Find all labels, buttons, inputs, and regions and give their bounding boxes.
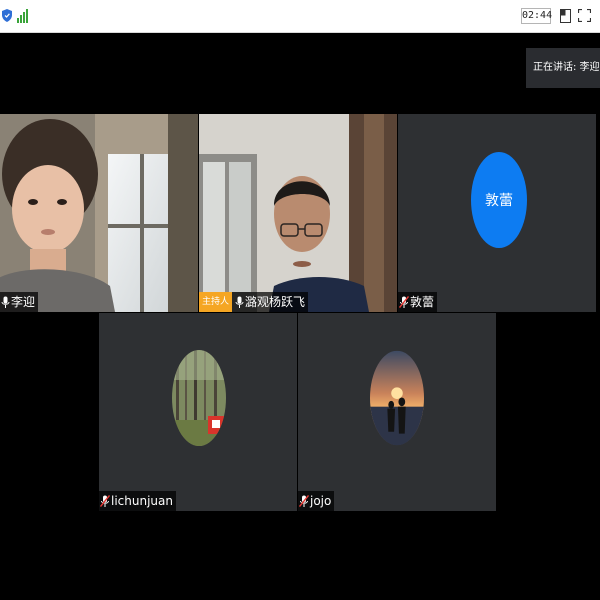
mic-muted-icon <box>100 494 110 507</box>
participant-name: lichunjuan <box>111 494 173 508</box>
name-avatar: 敦蕾 <box>471 152 527 248</box>
mic-on-icon <box>235 296 244 308</box>
mic-muted-icon <box>399 295 409 308</box>
shield-icon <box>2 9 12 22</box>
top-toolbar: 02:44 <box>0 0 600 33</box>
participant-name: 李迎 <box>11 295 36 309</box>
participant-video <box>0 114 198 312</box>
signal-icon <box>17 9 28 23</box>
video-tile-lichunjuan[interactable]: lichunjuan <box>99 313 297 511</box>
participant-name-label: 敦蕾 <box>398 292 438 312</box>
participant-name: 潞观杨跃飞 <box>245 295 306 309</box>
video-tile-jojo[interactable]: jojo <box>298 313 496 511</box>
participant-name-label: 主持人 潞观杨跃飞 <box>199 292 309 312</box>
mic-on-icon <box>1 296 10 308</box>
participant-name-label: lichunjuan <box>99 491 176 511</box>
video-tile-dunlei[interactable]: 敦蕾 敦蕾 <box>398 114 596 312</box>
video-tile-liying[interactable]: 李迎 <box>0 114 198 312</box>
participant-name: jojo <box>310 494 332 508</box>
host-badge: 主持人 <box>199 292 233 312</box>
meeting-timer: 02:44 <box>521 8 552 24</box>
participant-name-label: 李迎 <box>0 292 39 312</box>
avatar-photo <box>172 350 226 446</box>
video-tile-host[interactable]: 主持人 潞观杨跃飞 <box>199 114 397 312</box>
participant-video <box>199 114 397 312</box>
avatar-photo <box>370 350 424 446</box>
participant-name-label: jojo <box>298 491 335 511</box>
active-speaker-banner: 正在讲话: 李迎; 潞观 <box>526 48 600 88</box>
layout-icon[interactable] <box>560 9 571 23</box>
participant-name: 敦蕾 <box>410 295 435 309</box>
mic-muted-icon <box>299 494 309 507</box>
fullscreen-icon[interactable] <box>578 9 591 22</box>
